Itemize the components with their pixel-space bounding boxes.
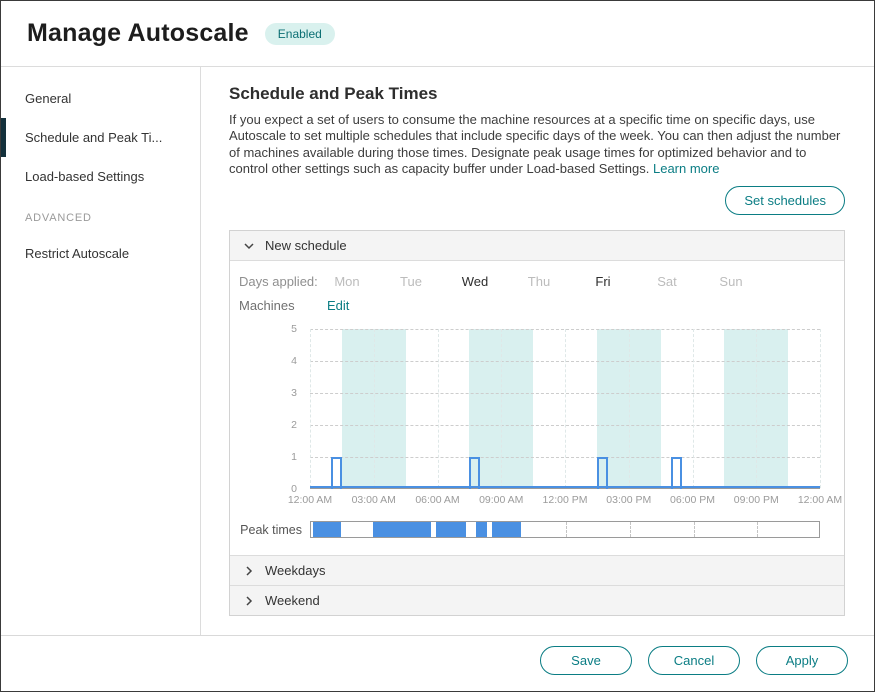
sidebar-item-load-based-settings[interactable]: Load-based Settings: [1, 157, 200, 196]
y-tick-label: 1: [291, 451, 297, 463]
set-schedules-button[interactable]: Set schedules: [725, 186, 845, 215]
peak-strip-separator: [566, 522, 567, 537]
sidebar-item-restrict-autoscale[interactable]: Restrict Autoscale: [1, 234, 200, 273]
save-button[interactable]: Save: [540, 646, 632, 675]
x-tick-label: 09:00 AM: [469, 494, 533, 506]
peak-time-segment: [436, 522, 466, 537]
x-tick-label: 06:00 PM: [661, 494, 725, 506]
chevron-down-icon: [243, 240, 255, 252]
y-tick-label: 3: [291, 387, 297, 399]
status-badge: Enabled: [265, 23, 335, 45]
gridline-vertical: [693, 329, 694, 488]
y-tick-label: 4: [291, 355, 297, 367]
y-tick-label: 5: [291, 323, 297, 335]
footer: Save Cancel Apply: [1, 635, 874, 691]
weekdays-title: Weekdays: [265, 563, 325, 578]
gridline-vertical: [438, 329, 439, 488]
accordion-header-new-schedule[interactable]: New schedule: [230, 231, 844, 261]
page-title: Manage Autoscale: [27, 19, 249, 48]
chevron-right-icon: [243, 565, 255, 577]
sidebar-section-advanced: ADVANCED: [1, 196, 200, 234]
day-tue: Tue: [379, 274, 443, 289]
section-heading: Schedule and Peak Times: [229, 84, 845, 104]
machines-step-pulse: [331, 457, 342, 489]
section-description: If you expect a set of users to consume …: [229, 112, 845, 177]
gridline-vertical: [820, 329, 821, 488]
days-applied-label: Days applied:: [239, 274, 318, 289]
peak-times-strip[interactable]: [310, 521, 820, 538]
schedules-accordion: New schedule Days applied: MonTueWedThuF…: [229, 230, 845, 616]
cancel-button[interactable]: Cancel: [648, 646, 740, 675]
y-tick-label: 2: [291, 419, 297, 431]
gridline-vertical: [310, 329, 311, 488]
description-text: If you expect a set of users to consume …: [229, 112, 840, 176]
day-sat: Sat: [635, 274, 699, 289]
accordion-header-weekdays[interactable]: Weekdays: [230, 555, 844, 585]
days-applied: MonTueWedThuFriSatSun: [310, 271, 820, 295]
peak-time-segment: [476, 522, 488, 537]
chart-x-axis: 12:00 AM03:00 AM06:00 AM09:00 AM12:00 PM…: [310, 494, 820, 510]
machines-step-baseline: [310, 486, 820, 488]
day-thu: Thu: [507, 274, 571, 289]
peak-time-segment: [492, 522, 522, 537]
machines-step-pulse: [469, 457, 480, 489]
gridline-vertical: [629, 329, 630, 488]
day-fri: Fri: [571, 274, 635, 289]
machines-label: Machines: [239, 298, 295, 313]
window-header: Manage Autoscale Enabled: [1, 1, 874, 67]
apply-button[interactable]: Apply: [756, 646, 848, 675]
accordion-header-weekend[interactable]: Weekend: [230, 585, 844, 615]
chevron-right-icon: [243, 595, 255, 607]
day-mon: Mon: [315, 274, 379, 289]
peak-strip-separator: [630, 522, 631, 537]
machines-step-pulse: [671, 457, 682, 489]
weekend-title: Weekend: [265, 593, 320, 608]
x-tick-label: 03:00 PM: [597, 494, 661, 506]
x-tick-label: 12:00 AM: [278, 494, 342, 506]
sidebar: General Schedule and Peak Ti... Load-bas…: [1, 67, 201, 635]
sidebar-item-schedule-and-peak-times[interactable]: Schedule and Peak Ti...: [1, 118, 200, 157]
gridline-vertical: [756, 329, 757, 488]
x-tick-label: 12:00 AM: [788, 494, 852, 506]
day-wed: Wed: [443, 274, 507, 289]
day-sun: Sun: [699, 274, 763, 289]
x-tick-label: 09:00 PM: [724, 494, 788, 506]
peak-strip-separator: [694, 522, 695, 537]
peak-strip-separator: [757, 522, 758, 537]
edit-machines-link[interactable]: Edit: [327, 298, 349, 313]
machines-step-pulse: [597, 457, 608, 489]
sidebar-item-general[interactable]: General: [1, 79, 200, 118]
chart-y-axis: 012345: [239, 329, 310, 489]
gridline-vertical: [565, 329, 566, 488]
manage-autoscale-window: Manage Autoscale Enabled General Schedul…: [0, 0, 875, 692]
gridline-vertical: [501, 329, 502, 488]
learn-more-link[interactable]: Learn more: [653, 161, 719, 176]
gridline-vertical: [374, 329, 375, 488]
x-tick-label: 03:00 AM: [342, 494, 406, 506]
machines-chart: 012345 12:00 AM03:00 AM06:00 AM09:00 AM1…: [239, 329, 814, 510]
main-content: Schedule and Peak Times If you expect a …: [201, 67, 874, 635]
peak-times-label: Peak times: [239, 523, 302, 537]
new-schedule-panel: Days applied: MonTueWedThuFriSatSun Mach…: [230, 261, 844, 555]
peak-time-segment: [373, 522, 431, 537]
x-tick-label: 06:00 AM: [406, 494, 470, 506]
peak-time-segment: [313, 522, 341, 537]
x-tick-label: 12:00 PM: [533, 494, 597, 506]
new-schedule-title: New schedule: [265, 238, 347, 253]
chart-plot-area: [310, 329, 820, 489]
